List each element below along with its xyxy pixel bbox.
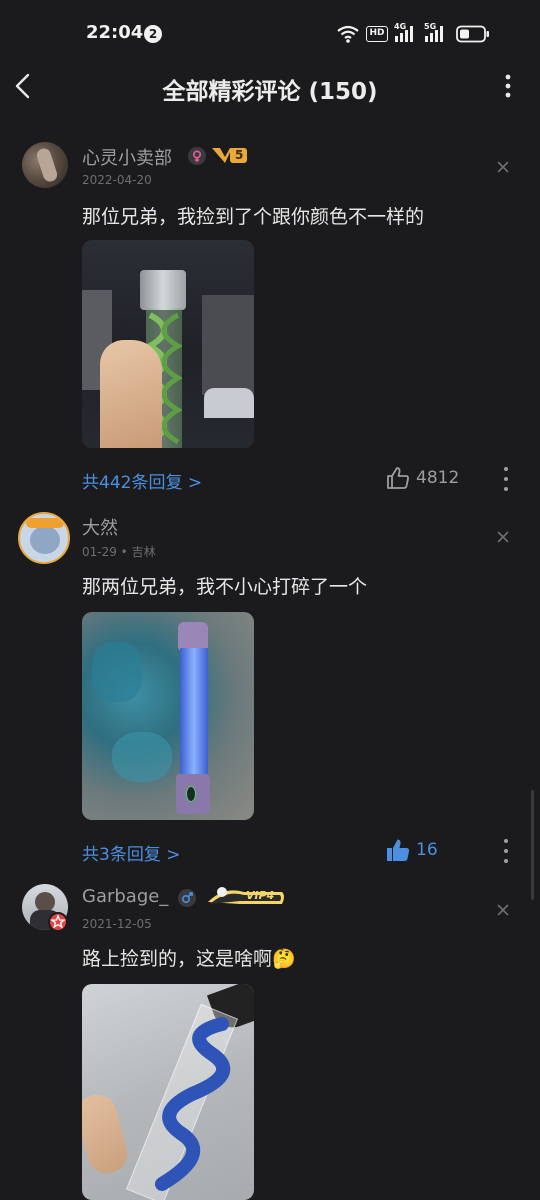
more-icon[interactable] (502, 837, 510, 865)
thumbs-up-icon (387, 467, 409, 489)
notification-count-badge: 2 (144, 25, 162, 43)
comment-date-location: 01-29 • 吉林 (82, 545, 156, 559)
battery-icon (456, 25, 489, 43)
username[interactable]: 大然 (82, 514, 118, 540)
status-bar: 22:04 2 HD 4G 5G (0, 0, 540, 66)
avatar[interactable] (22, 142, 68, 188)
avatar[interactable] (18, 512, 70, 564)
view-replies-link[interactable]: 共442条回复 > (82, 468, 202, 493)
level-number: 5 (235, 148, 244, 162)
username[interactable]: Garbage_ (82, 886, 168, 907)
comments-page: 22:04 2 HD 4G 5G 全部精彩评论 (150) 心灵小卖部 5 20… (0, 0, 540, 1200)
comment-photo[interactable] (82, 984, 254, 1200)
like-button[interactable]: 4812 (385, 465, 465, 493)
wifi-icon (337, 25, 359, 43)
status-time: 22:04 (86, 22, 144, 43)
vip-badge: VIP4 (204, 882, 288, 910)
page-title: 全部精彩评论 (150) (162, 79, 378, 105)
male-gender-icon (178, 889, 196, 907)
like-count: 16 (416, 840, 438, 860)
level-badge: 5 (210, 144, 248, 166)
female-gender-icon (188, 147, 206, 165)
more-icon[interactable] (502, 465, 510, 493)
more-options-button[interactable] (498, 70, 518, 102)
vip-label: VIP4 (246, 889, 275, 902)
comment-date: 2021-12-05 (82, 917, 152, 931)
like-count: 4812 (416, 468, 460, 488)
comment-photo[interactable] (82, 612, 254, 820)
close-icon[interactable] (494, 528, 512, 546)
comment-item: 大然 01-29 • 吉林 那两位兄弟，我不小心打碎了一个 共3条回复 > 16 (0, 510, 540, 870)
comment-photo[interactable] (82, 240, 254, 448)
status-icons: HD 4G 5G (336, 22, 496, 44)
title-bar: 全部精彩评论 (150) (0, 66, 540, 106)
comment-item: 心灵小卖部 5 2022-04-20 那位兄弟，我捡到了个跟你颜色不一样的 共4… (0, 140, 540, 500)
comment-item: Garbage_ VIP4 2021-12-05 路上捡到的，这是啥啊🤔 (0, 882, 540, 1200)
close-icon[interactable] (494, 158, 512, 176)
5g-signal-icon: 5G (424, 22, 450, 44)
scrollbar[interactable] (531, 790, 534, 900)
4g-signal-icon: 4G (394, 22, 418, 44)
comment-text: 路上捡到的，这是啥啊🤔 (82, 948, 296, 970)
close-icon[interactable] (494, 901, 512, 919)
comment-date: 2022-04-20 (82, 173, 152, 187)
verified-badge-icon (48, 912, 68, 932)
view-replies-link[interactable]: 共3条回复 > (82, 840, 180, 865)
comment-text: 那两位兄弟，我不小心打碎了一个 (82, 576, 368, 598)
comment-text: 那位兄弟，我捡到了个跟你颜色不一样的 (82, 206, 425, 228)
like-button[interactable]: 16 (385, 837, 445, 865)
username[interactable]: 心灵小卖部 (82, 144, 172, 170)
thumbs-up-filled-icon (387, 839, 410, 861)
hd-icon: HD (366, 26, 388, 42)
